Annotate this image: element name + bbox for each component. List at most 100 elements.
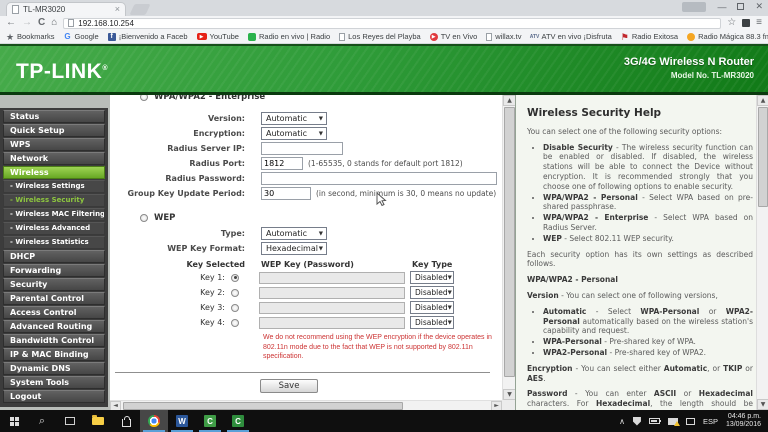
group-key-input[interactable] xyxy=(261,187,311,200)
close-button[interactable]: ✕ xyxy=(755,1,763,12)
sidebar-item-dhcp[interactable]: DHCP xyxy=(3,250,105,263)
version-select[interactable]: Automatic ▼ xyxy=(261,112,327,125)
scroll-down-icon[interactable]: ▼ xyxy=(503,389,515,400)
scroll-right-icon[interactable]: ► xyxy=(491,401,502,410)
bookmark-item-radio-en-vivo[interactable]: Radio en vivo | Radio xyxy=(247,32,330,41)
sidebar-item-parental-control[interactable]: Parental Control xyxy=(3,292,105,305)
start-button[interactable] xyxy=(0,410,28,432)
sidebar-item-system-tools[interactable]: System Tools xyxy=(3,376,105,389)
help-vertical-scrollbar[interactable]: ▲ ▼ xyxy=(756,95,768,410)
bookmark-item-willax[interactable]: willax.tv xyxy=(486,32,522,41)
sidebar-item-status[interactable]: Status xyxy=(3,110,105,123)
defender-shield-icon[interactable] xyxy=(632,416,641,426)
wep-key-format-select[interactable]: Hexadecimal ▼ xyxy=(261,242,327,255)
bookmark-star-icon[interactable]: ☆ xyxy=(727,18,736,28)
action-center-icon[interactable] xyxy=(685,417,695,425)
file-explorer-button[interactable] xyxy=(84,410,112,432)
profile-chip[interactable] xyxy=(682,1,707,12)
key2-input[interactable] xyxy=(259,286,405,299)
key1-type-select[interactable]: Disabled ▼ xyxy=(410,271,454,284)
sidebar-item-wireless-advanced[interactable]: - Wireless Advanced xyxy=(3,222,105,235)
tab-close-icon[interactable]: × xyxy=(115,5,120,14)
battery-icon[interactable] xyxy=(648,418,661,424)
sidebar-item-security[interactable]: Security xyxy=(3,278,105,291)
browser-tab[interactable]: TL-MR3020 × xyxy=(6,2,126,16)
bookmark-item-radio-magica[interactable]: Radio Mágica 88.3 fm xyxy=(687,32,768,41)
home-button[interactable]: ⌂ xyxy=(51,18,57,28)
app-c2-taskbar-button[interactable]: C xyxy=(224,410,252,432)
sidebar-item-bandwidth-control[interactable]: Bandwidth Control xyxy=(3,334,105,347)
maximize-button[interactable] xyxy=(737,3,745,10)
main-horizontal-scrollbar[interactable]: ◄ ► xyxy=(110,400,502,410)
bookmark-item-bookmarks[interactable]: ★ Bookmarks xyxy=(6,32,55,41)
bookmark-item-radio-exitosa[interactable]: ⚑ Radio Exitosa xyxy=(621,32,678,41)
sidebar-item-wireless-settings[interactable]: - Wireless Settings xyxy=(3,180,105,193)
bookmark-item-los-reyes[interactable]: Los Reyes del Playba xyxy=(339,32,421,41)
word-taskbar-button[interactable]: W xyxy=(168,410,196,432)
scrollbar-thumb[interactable] xyxy=(123,402,403,410)
scrollbar-thumb[interactable] xyxy=(504,107,515,377)
back-button[interactable]: ← xyxy=(6,18,16,28)
tray-expand-icon[interactable]: ∧ xyxy=(619,417,625,426)
radius-password-input[interactable] xyxy=(261,172,497,185)
radius-server-ip-input[interactable] xyxy=(261,142,343,155)
bookmark-item-facebook[interactable]: f ¡Bienvenido a Faceb xyxy=(107,32,188,41)
key4-input[interactable] xyxy=(259,316,405,329)
sidebar-item-wireless[interactable]: Wireless xyxy=(3,166,105,179)
sidebar-item-access-control[interactable]: Access Control xyxy=(3,306,105,319)
sidebar-item-advanced-routing[interactable]: Advanced Routing xyxy=(3,320,105,333)
language-indicator[interactable]: ESP xyxy=(703,417,718,426)
new-tab-button[interactable] xyxy=(129,4,151,15)
sidebar-item-ip-mac-binding[interactable]: IP & MAC Binding xyxy=(3,348,105,361)
radius-port-input[interactable] xyxy=(261,157,303,170)
encryption-select[interactable]: Automatic ▼ xyxy=(261,127,327,140)
store-button[interactable] xyxy=(112,410,140,432)
wpa-enterprise-radio[interactable] xyxy=(140,95,148,101)
key3-radio[interactable] xyxy=(231,303,239,312)
clock[interactable]: 04:46 p.m. 13/09/2016 xyxy=(726,413,761,430)
scroll-up-icon[interactable]: ▲ xyxy=(503,95,515,106)
scroll-down-icon[interactable]: ▼ xyxy=(757,399,768,410)
key3-input[interactable] xyxy=(259,301,405,314)
save-button[interactable]: Save xyxy=(260,378,318,393)
bookmark-item-atv[interactable]: ATV ATV en vivo ¡Disfruta xyxy=(530,32,612,41)
url-bar[interactable]: 192.168.10.254 xyxy=(63,17,722,29)
key1-input[interactable] xyxy=(259,271,405,284)
bookmark-item-google[interactable]: G Google xyxy=(64,32,98,41)
scrollbar-thumb[interactable] xyxy=(758,107,768,207)
network-warning-icon[interactable] xyxy=(667,417,680,426)
menu-icon[interactable]: ≡ xyxy=(756,18,762,28)
scroll-up-icon[interactable]: ▲ xyxy=(757,95,768,106)
key2-type-select[interactable]: Disabled ▼ xyxy=(410,286,454,299)
bookmark-item-tv-en-vivo[interactable]: ▶ TV en Vivo xyxy=(429,32,477,41)
main-vertical-scrollbar[interactable]: ▲ ▼ xyxy=(502,95,515,400)
search-button[interactable]: ⌕ xyxy=(28,410,56,432)
key2-radio[interactable] xyxy=(231,288,239,297)
bookmark-item-youtube[interactable]: ▶ YouTube xyxy=(196,32,239,41)
url-text[interactable]: 192.168.10.254 xyxy=(78,19,134,28)
task-view-icon xyxy=(65,417,75,425)
sidebar-item-quick-setup[interactable]: Quick Setup xyxy=(3,124,105,137)
sidebar-item-wireless-statistics[interactable]: - Wireless Statistics xyxy=(3,236,105,249)
app-c1-taskbar-button[interactable]: C xyxy=(196,410,224,432)
chrome-taskbar-button[interactable] xyxy=(140,410,168,432)
forward-button[interactable]: → xyxy=(22,18,32,28)
sidebar-item-wps[interactable]: WPS xyxy=(3,138,105,151)
reload-button[interactable]: C xyxy=(38,18,45,28)
extension-icon[interactable] xyxy=(742,19,751,27)
sidebar-item-network[interactable]: Network xyxy=(3,152,105,165)
sidebar-item-logout[interactable]: Logout xyxy=(3,390,105,403)
key3-type-select[interactable]: Disabled ▼ xyxy=(410,301,454,314)
wep-type-select[interactable]: Automatic ▼ xyxy=(261,227,327,240)
key4-type-select[interactable]: Disabled ▼ xyxy=(410,316,454,329)
minimize-button[interactable]: — xyxy=(717,2,726,12)
sidebar-item-wireless-security[interactable]: - Wireless Security xyxy=(3,194,105,207)
sidebar-item-wireless-mac-filtering[interactable]: - Wireless MAC Filtering xyxy=(3,208,105,221)
wep-radio[interactable] xyxy=(140,214,148,222)
key4-radio[interactable] xyxy=(231,318,239,327)
task-view-button[interactable] xyxy=(56,410,84,432)
sidebar-item-dynamic-dns[interactable]: Dynamic DNS xyxy=(3,362,105,375)
sidebar-item-forwarding[interactable]: Forwarding xyxy=(3,264,105,277)
scroll-left-icon[interactable]: ◄ xyxy=(110,401,121,410)
key1-radio[interactable] xyxy=(231,273,239,282)
